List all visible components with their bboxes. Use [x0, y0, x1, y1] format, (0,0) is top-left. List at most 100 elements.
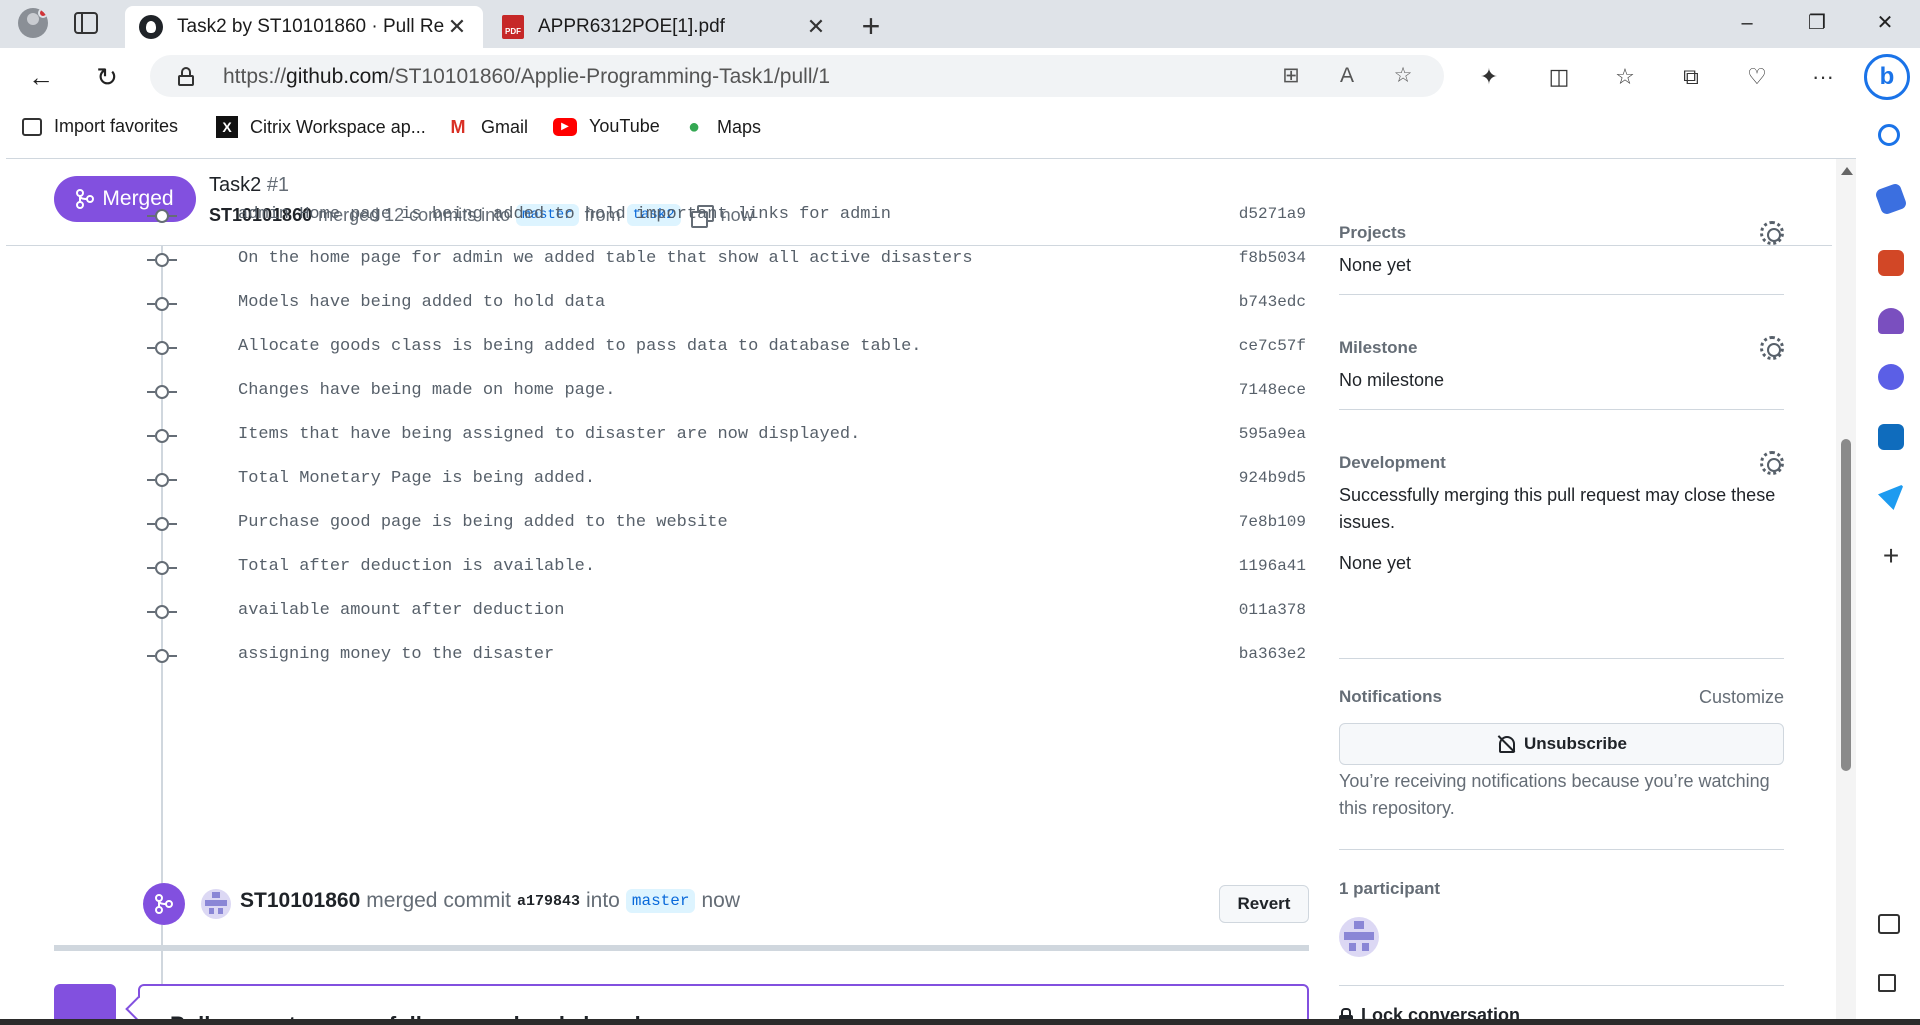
merge-commit-sha[interactable]: a179843 [517, 893, 580, 910]
close-window-button[interactable]: ✕ [1862, 6, 1908, 40]
shopping-tag-icon[interactable] [1874, 182, 1908, 216]
browser-essentials-icon[interactable]: ♡ [1742, 62, 1772, 92]
send-icon[interactable] [1878, 484, 1904, 510]
favorite-maps[interactable]: ● Maps [683, 116, 761, 138]
app-available-icon[interactable]: ⊞ [1278, 63, 1304, 89]
participants-heading: 1 participant [1339, 879, 1441, 898]
commit-message[interactable]: Purchase good page is being added to the… [238, 513, 728, 532]
projects-heading: Projects [1339, 223, 1407, 242]
commit-message[interactable]: available amount after deduction [238, 601, 564, 620]
notification-dot [38, 8, 48, 18]
participant-avatar[interactable] [1339, 917, 1379, 957]
scroll-thumb[interactable] [1841, 439, 1851, 771]
gear-icon[interactable] [1760, 221, 1784, 245]
revert-button[interactable]: Revert [1219, 885, 1309, 923]
git-commit-icon [147, 605, 177, 619]
commit-sha[interactable]: 011a378 [1239, 601, 1306, 619]
gear-icon[interactable] [1760, 336, 1784, 360]
commit-row: Items that have being assigned to disast… [146, 421, 1306, 465]
unsubscribe-button[interactable]: Unsubscribe [1339, 723, 1784, 765]
commit-sha[interactable]: 7e8b109 [1239, 513, 1306, 531]
minimize-button[interactable]: – [1724, 6, 1770, 40]
commit-sha[interactable]: ce7c57f [1239, 337, 1306, 355]
development-value: None yet [1339, 553, 1412, 573]
commit-sha[interactable]: 1196a41 [1239, 557, 1306, 575]
sidebar-toggle-icon[interactable] [1878, 914, 1900, 934]
pr-title: Task2 #1 [209, 174, 290, 196]
favorite-label: Gmail [481, 116, 529, 137]
games-icon[interactable] [1878, 308, 1904, 334]
page-scrollbar[interactable] [1836, 159, 1856, 1025]
tab-github-pr[interactable]: Task2 by ST10101860 · Pull Reque ✕ [125, 6, 483, 48]
profile-avatar[interactable] [18, 8, 48, 38]
close-icon[interactable]: ✕ [445, 14, 469, 40]
external-link-icon[interactable] [1878, 974, 1896, 992]
address-bar[interactable]: https://github.com/ST10101860/Applie-Pro… [150, 55, 1444, 97]
commit-message[interactable]: Allocate goods class is being added to p… [238, 337, 922, 356]
commit-sha[interactable]: 595a9ea [1239, 425, 1306, 443]
commit-message[interactable]: Models have being added to hold data [238, 293, 605, 312]
commit-sha[interactable]: d5271a9 [1239, 205, 1306, 223]
commit-sha[interactable]: b743edc [1239, 293, 1306, 311]
more-menu-icon[interactable]: ··· [1808, 62, 1838, 92]
development-text: Successfully merging this pull request m… [1339, 485, 1776, 505]
commit-sha[interactable]: 924b9d5 [1239, 469, 1306, 487]
commit-message[interactable]: Total after deduction is available. [238, 557, 595, 576]
merge-user-link[interactable]: ST10101860 [240, 889, 360, 913]
commit-message[interactable]: assigning money to the disaster [238, 645, 554, 664]
favorite-import[interactable]: Import favorites [22, 116, 178, 137]
collections-icon[interactable]: ⧉ [1676, 62, 1706, 92]
address-bar-row: ← ↻ https://github.com/ST10101860/Applie… [0, 48, 1920, 104]
merge-target-branch[interactable]: master [625, 889, 696, 913]
commit-message[interactable]: Total Monetary Page is being added. [238, 469, 595, 488]
commit-sha[interactable]: 7148ece [1239, 381, 1306, 399]
commit-sha[interactable]: ba363e2 [1239, 645, 1306, 663]
close-icon[interactable]: ✕ [804, 14, 828, 40]
gmail-icon: M [450, 116, 466, 137]
favorite-label: YouTube [589, 116, 660, 136]
favorite-youtube[interactable]: ▶ YouTube [553, 116, 660, 137]
commit-sha[interactable]: f8b5034 [1239, 249, 1306, 267]
favorite-gmail[interactable]: M Gmail [447, 116, 529, 138]
avatar[interactable] [201, 889, 231, 919]
git-commit-icon [147, 649, 177, 663]
read-aloud-icon[interactable]: A [1334, 63, 1360, 89]
restore-button[interactable]: ❐ [1794, 6, 1840, 40]
notifications-note-line1: You’re receiving notifications because y… [1339, 771, 1770, 791]
add-icon[interactable]: + [1878, 542, 1904, 570]
commit-message[interactable]: Changes have being made on home page. [238, 381, 615, 400]
split-screen-icon[interactable]: ◫ [1544, 62, 1574, 92]
tab-label: Task2 by ST10101860 · Pull Reque [177, 16, 445, 37]
tab-actions-icon[interactable] [74, 12, 98, 34]
outlook-icon[interactable] [1878, 424, 1904, 450]
tools-icon[interactable] [1878, 250, 1904, 276]
gear-icon[interactable] [1760, 451, 1784, 475]
timeline-divider [54, 945, 1309, 951]
projects-value: None yet [1339, 255, 1412, 275]
new-tab-button[interactable]: + [856, 8, 886, 45]
commit-message[interactable]: admin Home page is being added to hold i… [238, 205, 891, 224]
commit-row: admin Home page is being added to hold i… [146, 201, 1306, 245]
commit-message[interactable]: Items that have being assigned to disast… [238, 425, 860, 444]
search-icon[interactable] [1878, 124, 1900, 146]
back-icon[interactable]: ← [24, 60, 58, 94]
lock-icon[interactable] [178, 67, 194, 86]
commit-message[interactable]: On the home page for admin we added tabl… [238, 249, 973, 268]
tab-pdf[interactable]: PDF APPR6312POE[1].pdf ✕ [488, 6, 842, 48]
favorite-citrix[interactable]: X Citrix Workspace ap... [216, 116, 426, 138]
bell-slash-icon [1496, 734, 1516, 754]
git-commit-icon [147, 561, 177, 575]
customize-link[interactable]: Customize [1699, 687, 1784, 708]
favorite-star-icon[interactable]: ☆ [1390, 63, 1416, 89]
taskbar-edge [0, 1019, 1920, 1025]
youtube-icon: ▶ [553, 117, 577, 136]
extensions-icon[interactable]: ✦ [1474, 62, 1504, 92]
favorites-icon[interactable]: ☆ [1610, 62, 1640, 92]
refresh-icon[interactable]: ↻ [90, 60, 124, 94]
divider [1339, 985, 1784, 986]
microsoft-365-icon[interactable] [1878, 364, 1904, 390]
scroll-up-icon[interactable] [1841, 167, 1853, 175]
milestone-heading: Milestone [1339, 338, 1418, 357]
copilot-icon[interactable]: b [1864, 54, 1910, 100]
url-text[interactable]: https://github.com/ST10101860/Applie-Pro… [223, 65, 830, 89]
